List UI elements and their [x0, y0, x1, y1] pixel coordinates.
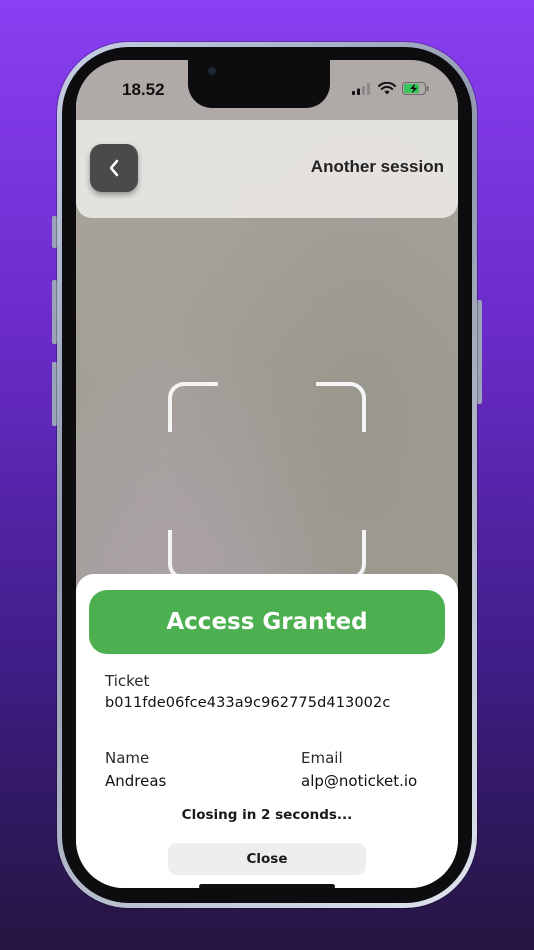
- scan-corner-top-right: [316, 382, 366, 432]
- phone-power-button: [477, 300, 482, 404]
- status-icons: [352, 82, 430, 95]
- access-status-banner: Access Granted: [89, 590, 445, 654]
- scan-corner-bottom-left: [168, 530, 218, 580]
- result-sheet: Access Granted Ticket b011fde06fce433a9c…: [76, 574, 458, 888]
- notch: [188, 60, 330, 108]
- name-label: Name: [105, 749, 150, 767]
- email-value: alp@noticket.io: [301, 772, 418, 790]
- ticket-value: b011fde06fce433a9c962775d413002c: [105, 695, 391, 711]
- close-button[interactable]: Close: [168, 843, 366, 875]
- back-button[interactable]: [90, 144, 138, 192]
- scan-corner-bottom-right: [316, 530, 366, 580]
- phone-screen: 18.52 Another session Access Granted Tic…: [76, 60, 458, 888]
- status-bar: 18.52: [76, 60, 458, 120]
- top-bar: Another session: [76, 120, 458, 218]
- scan-corner-top-left: [168, 382, 218, 432]
- qr-scan-frame: [168, 382, 366, 580]
- wifi-icon: [378, 82, 396, 95]
- name-value: Andreas: [105, 772, 167, 790]
- session-title[interactable]: Another session: [311, 157, 444, 177]
- closing-countdown: Closing in 2 seconds...: [181, 807, 353, 823]
- email-label: Email: [301, 749, 343, 767]
- front-camera-icon: [208, 67, 216, 75]
- cellular-signal-icon: [352, 82, 370, 95]
- ticket-label: Ticket: [105, 672, 150, 690]
- battery-charging-icon: [402, 82, 429, 95]
- home-indicator[interactable]: [199, 884, 335, 888]
- chevron-left-icon: [109, 159, 119, 177]
- status-time: 18.52: [122, 80, 165, 99]
